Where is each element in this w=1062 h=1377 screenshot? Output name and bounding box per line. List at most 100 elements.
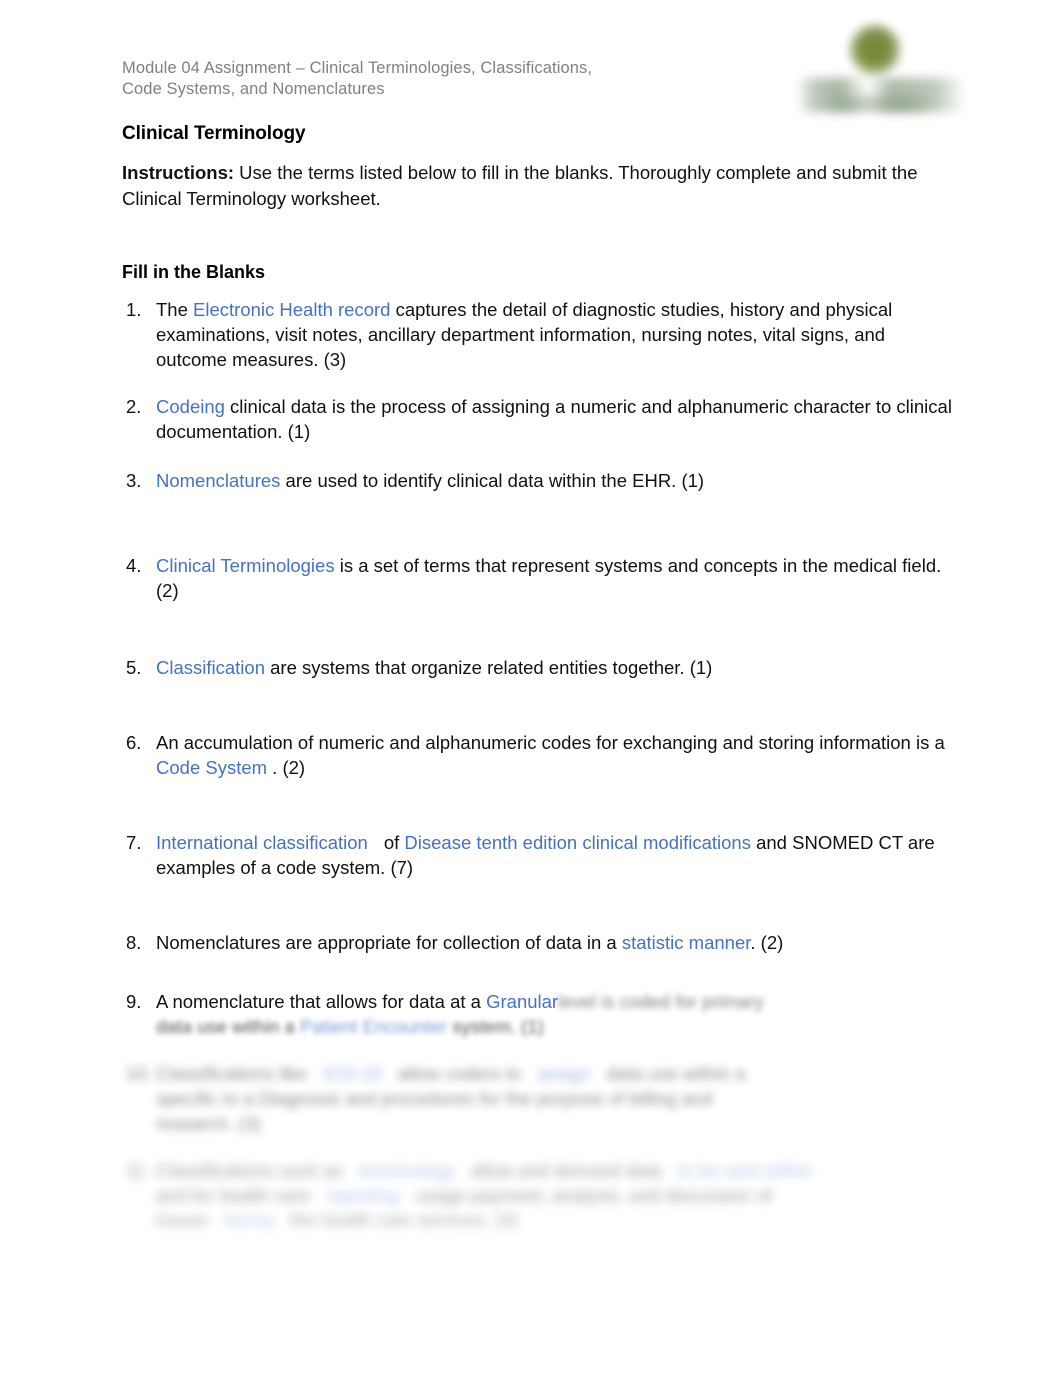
question-text: International classification of Disease t… (156, 830, 952, 880)
question-text: Nomenclatures are used to identify clini… (156, 468, 952, 493)
question-number: 6. (126, 732, 142, 753)
question-number: 3. (126, 470, 142, 491)
question-text-part: clinical data is the process of assignin… (156, 396, 952, 442)
question-number: 7. (126, 832, 142, 853)
obscured-line: data use within a Patient Encounter syst… (156, 1014, 952, 1039)
question-item-10: 10. Classifications like ICD-10 allow code… (122, 1061, 952, 1136)
answer-blank[interactable]: Codeing (156, 396, 225, 417)
question-item-8: 8. Nomenclatures are appropriate for col… (122, 930, 952, 955)
obscured-text: usage payment, analysis, and discussion … (415, 1185, 773, 1206)
answer-blank[interactable]: Clinical Terminologies (156, 555, 335, 576)
answer-blank[interactable]: Granular (486, 991, 558, 1012)
question-item-1: 1. The Electronic Health record captures… (122, 297, 952, 372)
answer-blank[interactable]: terminology (359, 1160, 455, 1181)
answer-blank[interactable]: to be sent within (678, 1160, 812, 1181)
obscured-line: Classifications such as terminology allow … (156, 1158, 952, 1183)
question-item-3: 3. Nomenclatures are used to identify cl… (122, 468, 952, 493)
question-text-part: The (156, 299, 194, 320)
obscured-text: Classifications like (156, 1063, 308, 1084)
question-text: Clinical Terminologies is a set of terms… (156, 553, 952, 603)
question-number: 2. (126, 396, 142, 417)
question-text-part: A nomenclature that allows for data at a (156, 991, 487, 1012)
obscured-line: issues facing the health care services. (4… (156, 1208, 952, 1233)
question-text: Codeing clinical data is the process of … (156, 394, 952, 444)
question-text: A nomenclature that allows for data at a… (156, 989, 952, 1014)
answer-blank[interactable]: Classification (156, 657, 265, 678)
instructions-paragraph: Instructions: Use the terms listed below… (122, 160, 940, 211)
question-number: 5. (126, 657, 142, 678)
question-item-2: 2. Codeing clinical data is the process … (122, 394, 952, 444)
instructions-body: Use the terms listed below to fill in th… (122, 162, 918, 209)
question-text: An accumulation of numeric and alphanume… (156, 730, 952, 780)
question-text-part: . (2) (750, 932, 784, 953)
answer-blank[interactable]: Nomenclatures (156, 470, 280, 491)
document-header: Module 04 Assignment – Clinical Terminol… (122, 58, 742, 100)
obscured-line: Classifications like ICD-10 allow coders t… (156, 1061, 952, 1086)
obscured-text: data use within a (606, 1063, 746, 1084)
obscured-text: Classifications such as (156, 1160, 344, 1181)
answer-blank[interactable]: Electronic Health record (193, 299, 390, 320)
obscured-text: and for health care (156, 1185, 311, 1206)
question-number: 8. (126, 932, 142, 953)
header-line-2: Code Systems, and Nomenclatures (122, 80, 385, 98)
question-number: 1. (126, 299, 142, 320)
question-text-part: An accumulation of numeric and alphanume… (156, 732, 945, 753)
obscured-line: research. (3) (156, 1113, 261, 1134)
answer-blank[interactable]: facing (224, 1210, 273, 1231)
section-heading: Fill in the Blanks (122, 262, 266, 282)
instructions-label: Instructions: (122, 162, 235, 183)
question-number: 11. (126, 1160, 151, 1181)
question-text: Classification are systems that organize… (156, 655, 952, 680)
obscured-line: and for health care reporting usage paymen… (156, 1183, 952, 1208)
question-number: 9. (126, 991, 142, 1012)
answer-blank[interactable]: statistic manner (622, 932, 751, 953)
document-page: Module 04 Assignment – Clinical Terminol… (0, 0, 1062, 1377)
header-line-1: Module 04 Assignment – Clinical Terminol… (122, 59, 593, 77)
obscured-text: the health care services. (4) (289, 1210, 519, 1231)
question-text: The Electronic Health record captures th… (156, 297, 952, 372)
answer-blank[interactable]: ICD-10 (323, 1063, 382, 1084)
answer-blank[interactable]: Patient Encounter (300, 1016, 447, 1037)
answer-blank[interactable]: assign (537, 1063, 590, 1084)
answer-blank[interactable]: International classification (156, 832, 368, 853)
question-text-part: . (2) (267, 757, 306, 778)
question-item-9: 9. A nomenclature that allows for data a… (122, 989, 952, 1039)
question-item-4: 4. Clinical Terminologies is a set of te… (122, 553, 952, 603)
question-number: 10. (126, 1063, 152, 1084)
page-title: Clinical Terminology (122, 123, 306, 144)
question-item-6: 6. An accumulation of numeric and alphan… (122, 730, 952, 780)
questions-list: 1. The Electronic Health record captures… (122, 297, 952, 1233)
obscured-line: specific to a Diagnosis and procedures f… (156, 1088, 713, 1109)
question-text: Nomenclatures are appropriate for collec… (156, 930, 952, 955)
obscured-text: level is coded for primary (558, 991, 764, 1012)
question-text-part: Nomenclatures are appropriate for collec… (156, 932, 622, 953)
question-item-5: 5. Classification are systems that organ… (122, 655, 952, 680)
obscured-text: data use within a (156, 1016, 300, 1037)
obscured-text: system. (1) (447, 1016, 544, 1037)
logo-circle-icon (849, 24, 901, 76)
answer-blank[interactable]: reporting (326, 1185, 399, 1206)
question-item-7: 7. International classification of Diseas… (122, 830, 952, 880)
answer-blank[interactable]: Disease tenth edition clinical modificat… (404, 832, 751, 853)
question-item-11: 11. Classifications such as terminology al… (122, 1158, 952, 1233)
obscured-text: allow and demand data (470, 1160, 663, 1181)
logo-wordmark-secondary (823, 96, 935, 112)
question-text-part: are used to identify clinical data withi… (280, 470, 705, 491)
question-text-part: of (383, 832, 405, 853)
answer-blank[interactable]: Code System (156, 757, 267, 778)
obscured-text: issues (156, 1210, 209, 1231)
school-logo (789, 16, 974, 126)
question-number: 4. (126, 555, 142, 576)
question-text-part: are systems that organize related entiti… (265, 657, 713, 678)
obscured-text: allow coders to (397, 1063, 522, 1084)
